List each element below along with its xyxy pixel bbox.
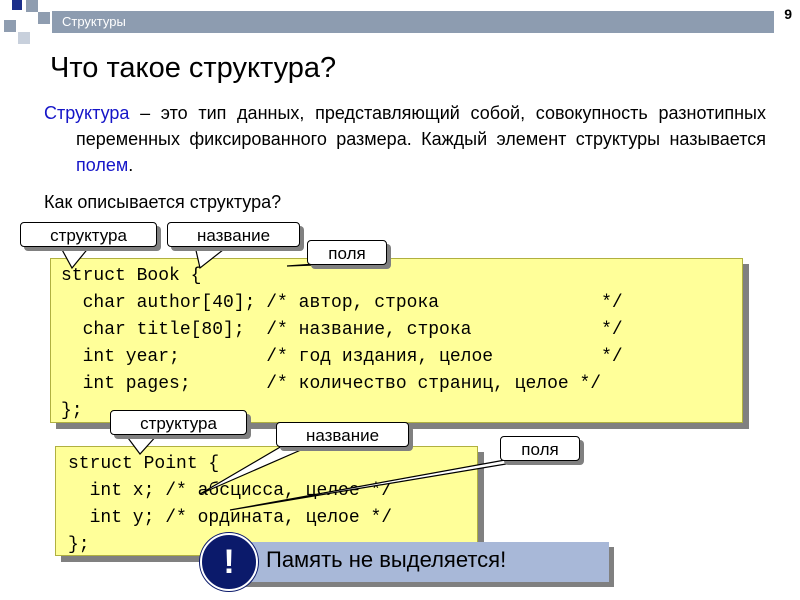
exclamation-icon: ! (200, 533, 258, 591)
callout-pointer (194, 245, 230, 270)
callout-fields: поля (307, 240, 387, 265)
callout-structure: структура (20, 222, 157, 247)
callout-fields: поля (500, 436, 580, 461)
callout-pointer (229, 459, 531, 511)
callout-pointers (58, 245, 531, 511)
callout-pointer (58, 245, 92, 270)
callout-pointer (199, 445, 311, 495)
callout-name: название (167, 222, 300, 247)
banner-text: Память не выделяется! (266, 547, 507, 572)
memory-note-banner: Память не выделяется! (236, 542, 609, 582)
callout-pointer (123, 433, 160, 455)
callout-name: название (276, 422, 409, 447)
callout-structure: структура (110, 410, 247, 435)
